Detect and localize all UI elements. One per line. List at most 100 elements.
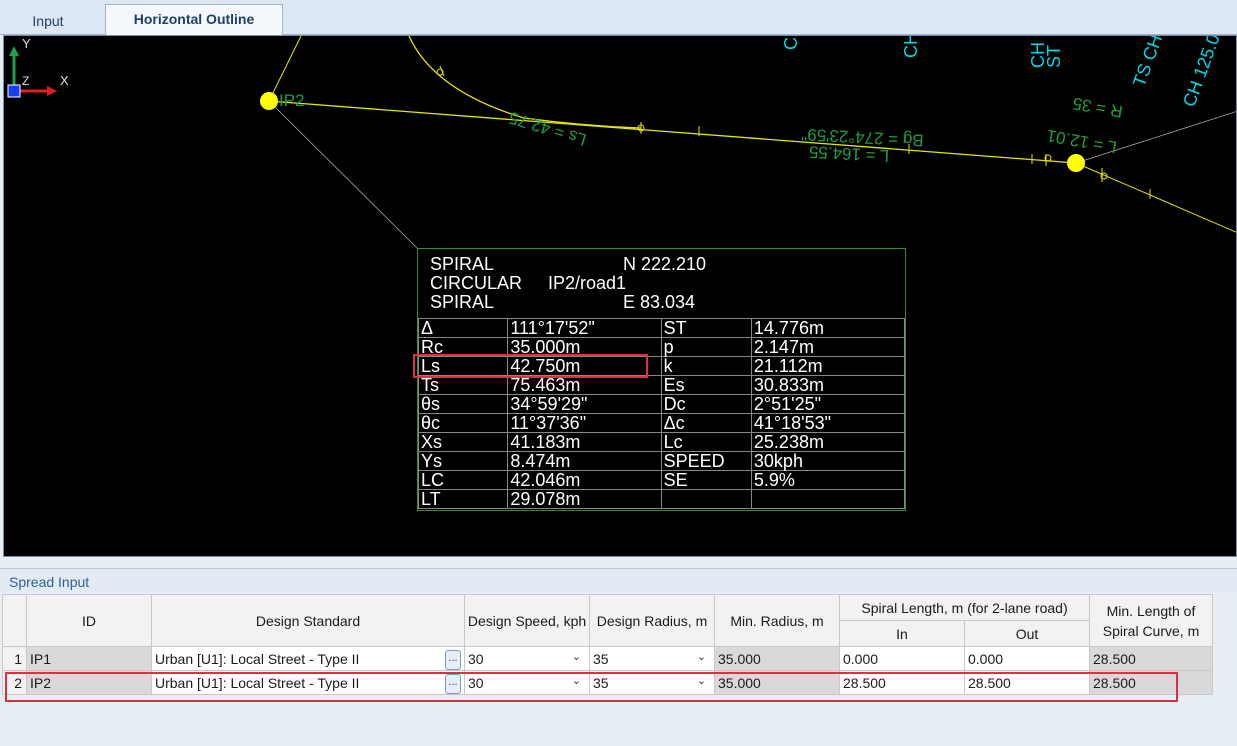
- info-northing: N 222.210: [623, 254, 707, 274]
- cell-id: IP1: [26, 646, 152, 671]
- design-radius-dropdown[interactable]: 35 ⌄: [589, 646, 715, 671]
- info-param-value: 29.078m: [507, 489, 662, 509]
- cell-spiral-out[interactable]: 0.000: [964, 646, 1090, 671]
- axis-x-label: X: [60, 73, 69, 88]
- info-param-value: 5.9%: [750, 470, 906, 490]
- info-param-name: Es: [660, 375, 752, 395]
- info-param-value: 41.183m: [507, 432, 662, 452]
- ls-highlight-box: [413, 354, 648, 378]
- tab-input[interactable]: Input: [10, 6, 86, 33]
- browse-standard-button[interactable]: ...: [445, 650, 461, 670]
- ip2-label: IP2: [279, 91, 305, 110]
- info-param-value: 2.147m: [750, 337, 906, 357]
- axis-indicator: Y Z X: [7, 36, 69, 98]
- info-spiral-1: SPIRAL: [430, 254, 495, 274]
- info-param-value: 34°59'29": [507, 394, 662, 414]
- row-number: 1: [2, 646, 27, 671]
- info-param-name: SPEED: [660, 451, 752, 471]
- cell-min-length: 28.500: [1089, 646, 1213, 671]
- info-param-value: 14.776m: [750, 318, 906, 338]
- info-param-value: [750, 489, 906, 509]
- info-row: LT 29.078m: [417, 489, 906, 509]
- col-header-speed[interactable]: Design Speed, kph: [464, 594, 590, 647]
- info-param-name: θs: [417, 394, 509, 414]
- info-param-value: 11°37'36": [507, 413, 662, 433]
- radius-label: R = 35: [1071, 93, 1124, 120]
- info-param-name: Lc: [660, 432, 752, 452]
- info-param-name: [660, 489, 752, 509]
- info-param-name: Dc: [660, 394, 752, 414]
- ip3-marker[interactable]: [1067, 154, 1085, 172]
- info-param-name: ST: [660, 318, 752, 338]
- chainage-ch-label-1: CH: [901, 36, 921, 58]
- info-param-value: 30kph: [750, 451, 906, 471]
- info-row: Δ 111°17'52" ST 14.776m: [417, 318, 906, 338]
- info-row: θc 11°37'36" Δc 41°18'53": [417, 413, 906, 433]
- info-easting: E 83.034: [623, 292, 696, 312]
- curve-parameters-table: Δ 111°17'52" ST 14.776m Rc 35.000m p 2.147m Ls 42…: [417, 318, 906, 509]
- info-param-name: Ys: [417, 451, 509, 471]
- tab-bar: Input Horizontal Outline: [0, 0, 1237, 35]
- chainage-tsch-label: TS CH: [1129, 36, 1166, 89]
- axis-z-label: Z: [22, 74, 29, 88]
- info-param-value: 2°51'25": [750, 394, 906, 414]
- ls-label: Ls = 42.75: [507, 108, 589, 150]
- info-row: Xs 41.183m Lc 25.238m: [417, 432, 906, 452]
- axis-y-label: Y: [22, 36, 31, 51]
- info-param-value: 30.833m: [750, 375, 906, 395]
- info-param-name: Ts: [417, 375, 509, 395]
- col-header-id[interactable]: ID: [26, 594, 152, 647]
- info-param-name: Δ: [417, 318, 509, 338]
- design-speed-dropdown[interactable]: 30 ⌄: [464, 646, 590, 671]
- cad-viewport[interactable]: IP2 Ls = 42.75 Bg = 274°23'59" L = 164.5…: [3, 35, 1237, 557]
- table-row[interactable]: 1 IP1 Urban [U1]: Local Street - Type II..…: [2, 646, 1213, 671]
- tab-horizontal-outline[interactable]: Horizontal Outline: [105, 4, 283, 35]
- col-header-minlen[interactable]: Min. Length of Spiral Curve, m: [1089, 594, 1213, 647]
- info-circular: CIRCULAR: [430, 273, 523, 293]
- cell-design-standard[interactable]: Urban [U1]: Local Street - Type II...: [151, 646, 465, 671]
- info-row: Ys 8.474m SPEED 30kph: [417, 451, 906, 471]
- info-spiral-2: SPIRAL: [430, 292, 495, 312]
- chainage-ch125-label: CH 125.0: [1179, 36, 1224, 109]
- col-header-in[interactable]: In: [839, 620, 965, 647]
- col-header-radius[interactable]: Design Radius, m: [589, 594, 715, 647]
- col-header-standard[interactable]: Design Standard: [151, 594, 465, 647]
- curve-info-panel: SPIRAL N 222.210 CIRCULAR IP2/road1 SPIR…: [417, 248, 906, 511]
- info-row: LC 42.046m SE 5.9%: [417, 470, 906, 490]
- chevron-down-icon[interactable]: ⌄: [572, 650, 581, 663]
- ip2-marker[interactable]: [260, 92, 278, 110]
- col-header-minradius[interactable]: Min. Radius, m: [714, 594, 840, 647]
- col-header-spiral[interactable]: Spiral Length, m (for 2-lane road): [839, 594, 1090, 621]
- info-param-name: Xs: [417, 432, 509, 452]
- ip2-row-highlight-box: [5, 672, 1178, 702]
- cell-min-radius: 35.000: [714, 646, 840, 671]
- info-param-name: LC: [417, 470, 509, 490]
- info-param-value: 42.046m: [507, 470, 662, 490]
- l2-label: L = 12.01: [1045, 126, 1118, 157]
- design-standard-value: Urban [U1]: Local Street - Type II: [155, 650, 360, 667]
- col-header-out[interactable]: Out: [964, 620, 1090, 647]
- design-radius-value: 35: [593, 650, 609, 667]
- cell-spiral-in[interactable]: 0.000: [839, 646, 965, 671]
- info-param-name: k: [660, 356, 752, 376]
- info-row: Ts 75.463m Es 30.833m: [417, 375, 906, 395]
- info-param-value: 75.463m: [507, 375, 662, 395]
- chainage-st-label: ST: [1044, 45, 1064, 68]
- info-param-name: LT: [417, 489, 509, 509]
- spread-input-title: Spread Input: [0, 568, 1237, 592]
- row-header-corner: [2, 594, 27, 647]
- info-param-value: 8.474m: [507, 451, 662, 471]
- info-param-value: 25.238m: [750, 432, 906, 452]
- info-param-name: p: [660, 337, 752, 357]
- chevron-down-icon[interactable]: ⌄: [697, 650, 706, 663]
- info-param-value: 21.112m: [750, 356, 906, 376]
- info-param-value: 41°18'53": [750, 413, 906, 433]
- chainage-c-label: C: [781, 37, 801, 50]
- info-param-name: SE: [660, 470, 752, 490]
- info-ip-name: IP2/road1: [548, 273, 627, 293]
- info-param-name: Δc: [660, 413, 752, 433]
- info-param-value: 111°17'52": [507, 318, 662, 338]
- design-speed-value: 30: [468, 650, 484, 667]
- info-param-name: θc: [417, 413, 509, 433]
- info-row: θs 34°59'29" Dc 2°51'25": [417, 394, 906, 414]
